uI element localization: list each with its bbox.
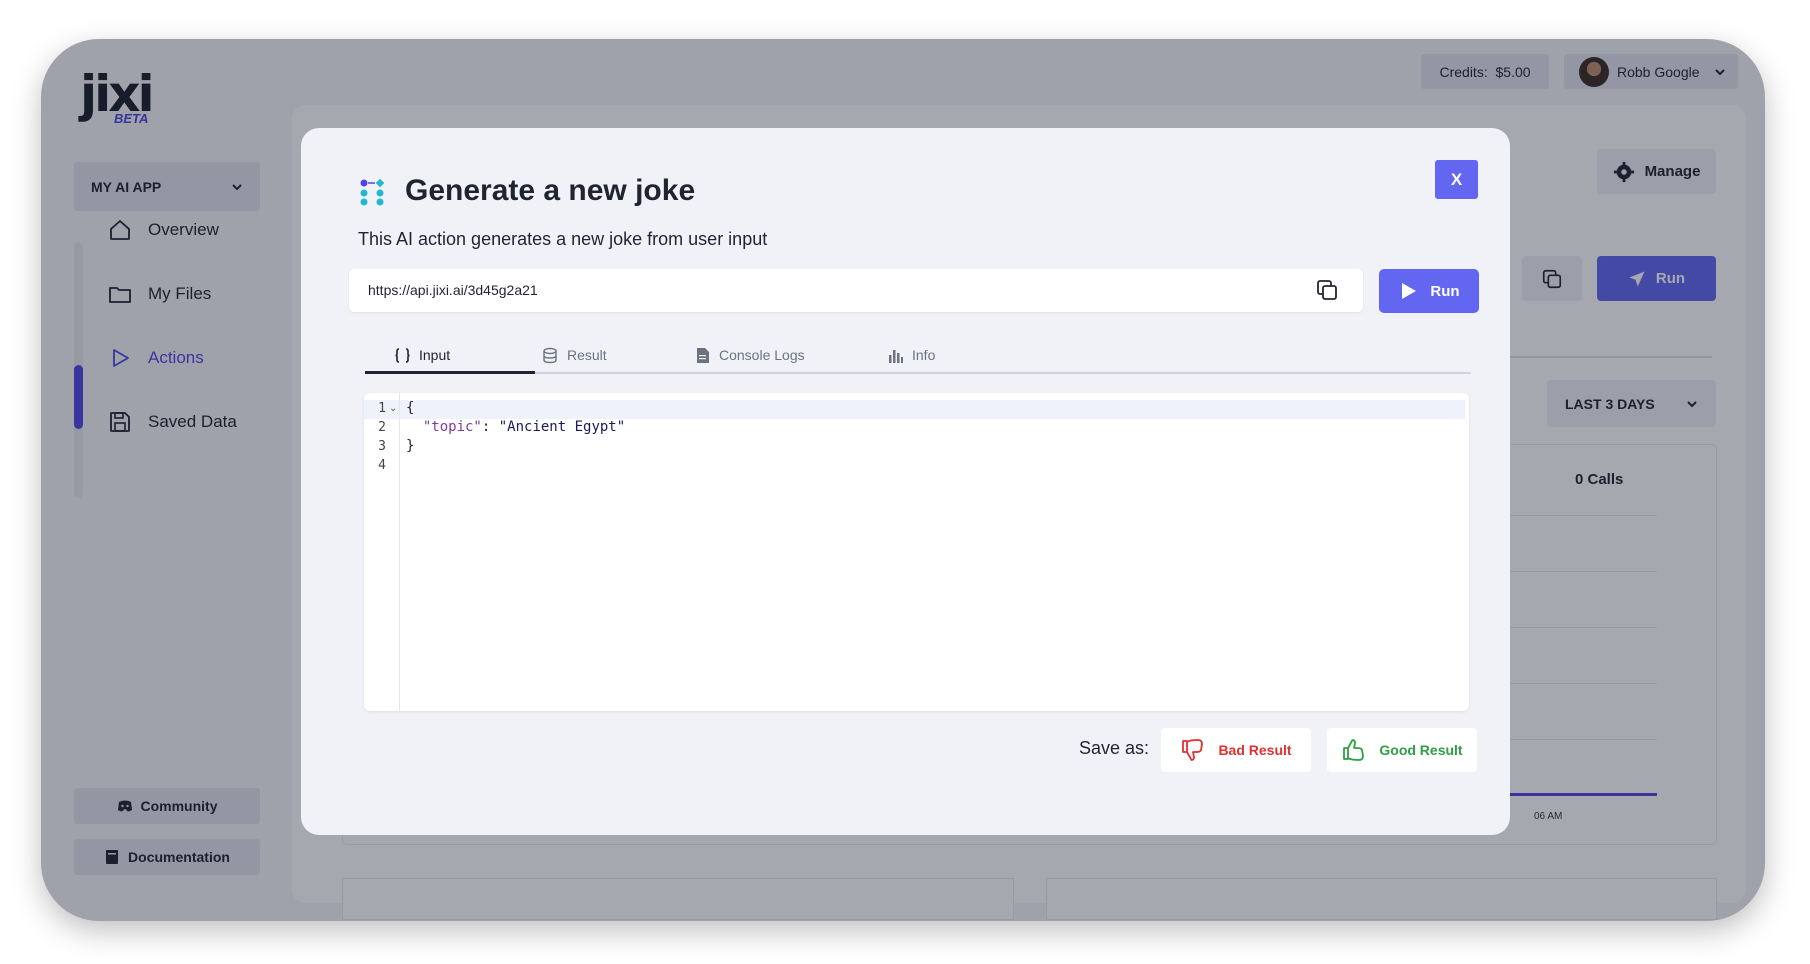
code-line: } [406, 438, 415, 454]
endpoint-url: https://api.jixi.ai/3d45g2a21 [368, 282, 538, 298]
line-number: 2 [378, 420, 386, 435]
good-result-label: Good Result [1379, 742, 1463, 758]
line-number: 3 [378, 439, 386, 454]
tab-label: Info [912, 347, 936, 363]
tab-label: Input [419, 347, 451, 363]
tab-label: Console Logs [719, 347, 805, 363]
good-result-button[interactable]: Good Result [1327, 728, 1477, 772]
fold-icon[interactable]: ⌄ [389, 403, 397, 414]
bar-chart-icon [889, 349, 903, 363]
tab-info[interactable]: Info [887, 338, 935, 372]
save-as-label: Save as: [1079, 738, 1150, 758]
modal-title: Generate a new joke [405, 174, 696, 207]
tab-label: Result [567, 347, 607, 363]
database-icon [543, 347, 557, 363]
modal-description: This AI action generates a new joke from… [358, 229, 768, 249]
json-editor[interactable]: 1 ⌄ 2 3 4 { "topic": "Ancient Egypt" } [364, 393, 1469, 711]
bad-result-label: Bad Result [1218, 742, 1292, 758]
code-line: "topic": "Ancient Egypt" [422, 419, 626, 435]
endpoint-url-field[interactable]: https://api.jixi.ai/3d45g2a21 [349, 269, 1363, 312]
copy-icon[interactable] [1315, 278, 1339, 302]
modal-tabs: Input Result Console Logs Info [365, 338, 1471, 374]
run-label: Run [1430, 282, 1460, 300]
tab-console-logs[interactable]: Console Logs [694, 338, 805, 372]
bad-result-button[interactable]: Bad Result [1161, 728, 1311, 772]
line-number: 4 [378, 458, 386, 473]
document-icon [697, 347, 709, 363]
tab-result[interactable]: Result [542, 338, 607, 372]
run-button[interactable]: Run [1379, 269, 1479, 313]
tab-input[interactable]: Input [394, 338, 450, 372]
play-icon [1402, 283, 1417, 299]
active-line-highlight [364, 400, 1465, 419]
braces-icon [395, 347, 410, 363]
close-button[interactable]: X [1435, 160, 1478, 199]
line-number: 1 [378, 401, 386, 416]
generate-joke-modal: Generate a new joke This AI action gener… [301, 128, 1510, 835]
workflow-icon [360, 178, 385, 206]
code-line: { [406, 400, 415, 416]
thumbs-down-icon [1182, 739, 1204, 761]
thumbs-up-icon [1343, 739, 1365, 761]
